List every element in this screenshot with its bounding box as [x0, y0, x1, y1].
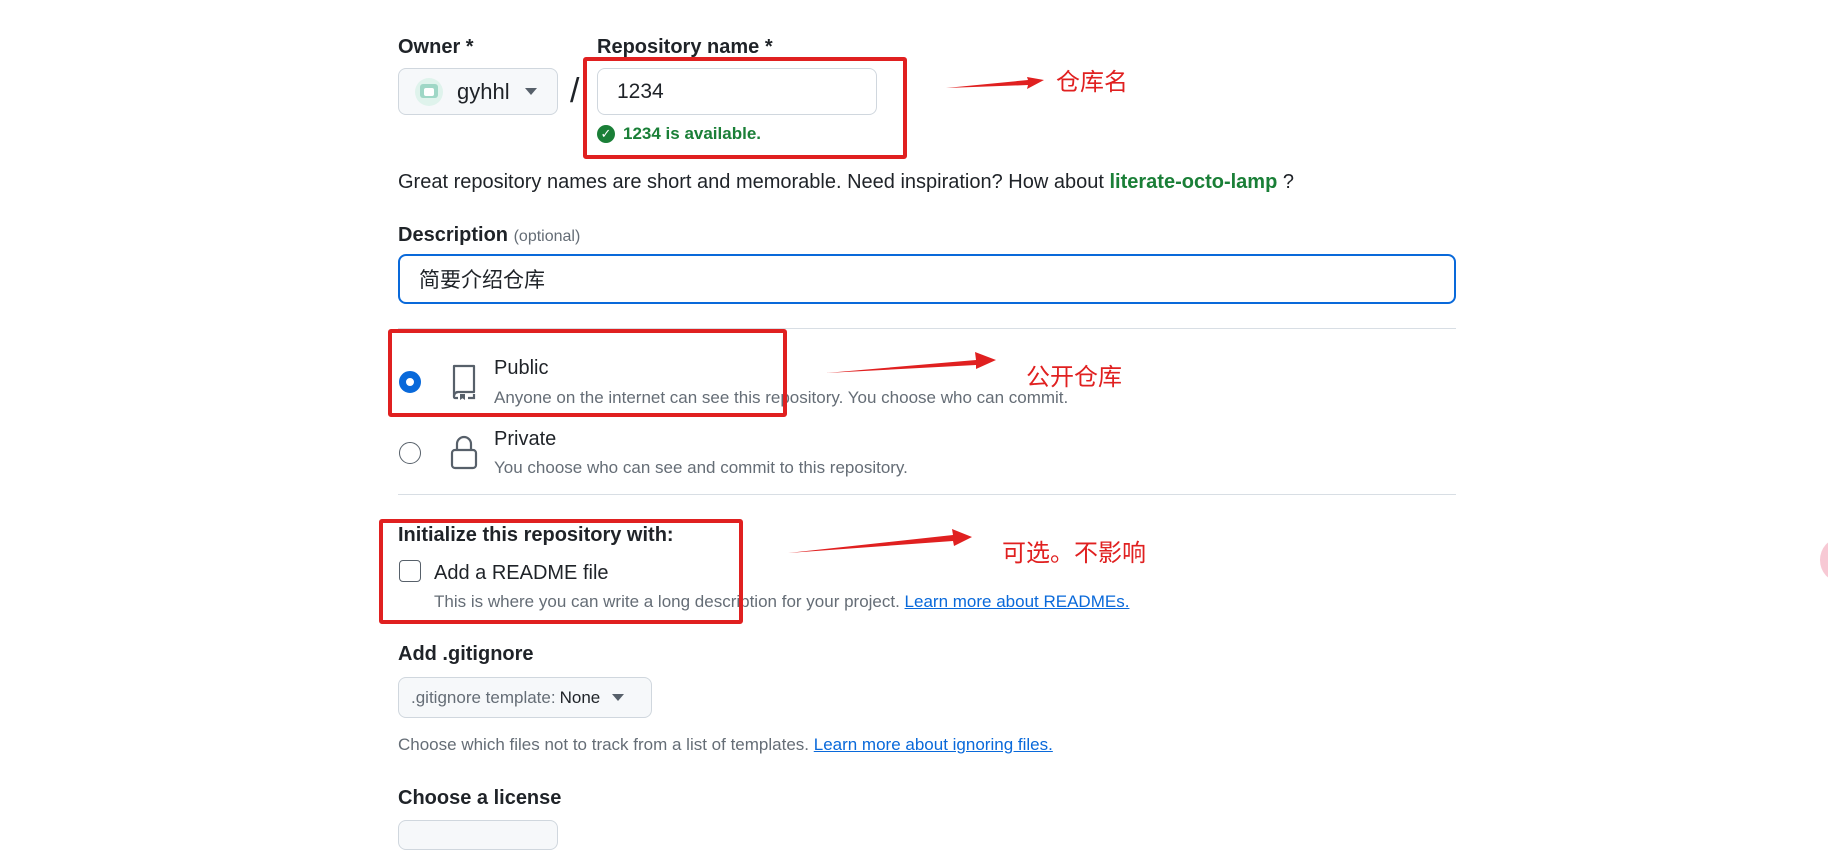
- arrow-init: [788, 529, 972, 553]
- arrow-repo-name: [946, 77, 1044, 89]
- annotation-public: 公开仓库: [1026, 363, 1122, 391]
- arrow-public: [826, 352, 996, 373]
- annotation-init: 可选。不影响: [1002, 539, 1146, 567]
- annotation-arrows: [788, 77, 1044, 553]
- annotation-repo-name: 仓库名: [1056, 68, 1128, 96]
